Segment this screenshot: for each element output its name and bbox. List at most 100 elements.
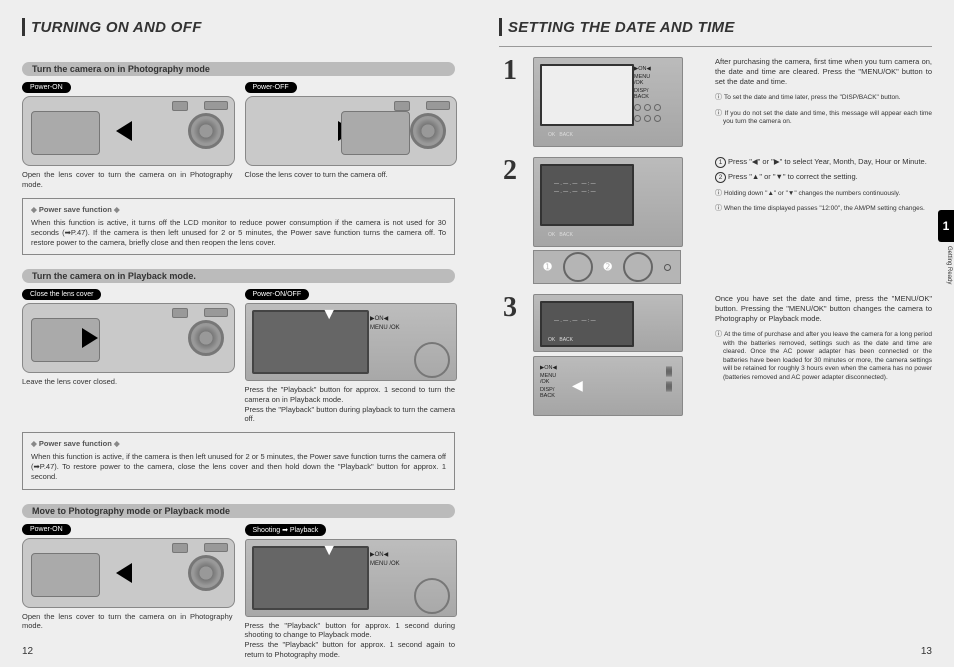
row-photography-on: Power-ON Open the lens cover to turn the… (22, 82, 455, 190)
section-header-playback-on: Turn the camera on in Playback mode. (22, 269, 455, 283)
ok-back-label: OK BACK (548, 132, 573, 138)
power-save-box-1: Power save function When this function i… (22, 198, 455, 256)
step-3-text: Once you have set the date and time, pre… (715, 294, 932, 416)
back-buttons: ▶ON◀ MENU /OK (370, 312, 450, 372)
lcd-panel-buttons: ▶ON◀ MENU /OK DISP/ BACK ◀ (533, 356, 683, 416)
lcd-buttons: ▶ON◀ MENU /OK DISP/ BACK (540, 363, 557, 401)
pill-power-off: Power-OFF (245, 82, 297, 93)
label-menu: MENU /OK (370, 561, 450, 567)
step-1-text: After purchasing the camera, first time … (715, 57, 932, 147)
step-number: 2 (499, 157, 521, 284)
page-title: SETTING THE DATE AND TIME (508, 19, 735, 36)
lens-icon (410, 113, 446, 149)
manual-spread: TURNING ON AND OFF Turn the camera on in… (0, 0, 954, 667)
arrow-left-icon (116, 121, 132, 141)
marker-1-icon: ➊ (543, 262, 551, 273)
step-2-text: 1Press "◀" or "▶" to select Year, Month,… (715, 157, 932, 284)
dpad-icon (563, 252, 593, 282)
flash-icon (204, 101, 228, 110)
viewfinder-icon (394, 101, 410, 111)
camera-front-close (245, 96, 458, 166)
caption-playback-btn: Press the "Playback" button for approx. … (245, 385, 456, 424)
button-dot-icon (664, 264, 671, 271)
info-title: Power save function (31, 439, 446, 449)
ok-back-label: OK BACK (548, 337, 573, 343)
section-header-move-mode: Move to Photography mode or Playback mod… (22, 504, 455, 518)
date-rows: — . — . — — : — (554, 317, 596, 325)
flash-icon (204, 543, 228, 552)
caption-power-off: Close the lens cover to turn the camera … (245, 170, 456, 180)
step-2-line-1-text: Press "◀" or "▶" to select Year, Month, … (728, 157, 927, 166)
button-grid (666, 367, 672, 391)
lcd-panel: — . — . — — : —— . — . — — : — OK BACK (533, 157, 683, 247)
lcd-panel: — . — . — — : — OK BACK (533, 294, 683, 352)
flash-icon (426, 101, 450, 110)
col-move-right: Shooting ➡ Playback ▶ON◀ MENU /OK ▼ Pres… (245, 524, 456, 660)
lcd-screen-icon (540, 64, 634, 126)
date-rows: — . — . — — : —— . — . — — : — (554, 180, 596, 196)
step-2-note-b: When the time displayed passes "12:00", … (715, 204, 932, 213)
page-number-left: 12 (22, 646, 33, 657)
ok-back-label: OK BACK (548, 232, 573, 238)
chapter-tab: 1 (938, 210, 954, 242)
camera-front-open (22, 96, 235, 166)
lens-cover-icon (31, 111, 100, 155)
lcd-screen-icon (252, 310, 370, 374)
label-disp: DISP/ BACK (540, 387, 557, 399)
pill-power-onoff: Power-ON/OFF (245, 289, 310, 300)
circled-2-icon: 2 (715, 172, 726, 183)
title-bar: SETTING THE DATE AND TIME (499, 18, 932, 36)
step-2-line-2-text: Press "▲" or "▼" to correct the setting. (728, 172, 858, 181)
col-power-on: Power-ON Open the lens cover to turn the… (22, 82, 233, 190)
pill-power-on: Power-ON (22, 82, 71, 93)
caption-move-right: Press the "Playback" button for approx. … (245, 621, 456, 660)
page-right: SETTING THE DATE AND TIME 1 OK BACK ▶ON◀… (477, 0, 954, 667)
chapter-tab-label: Getting Ready (946, 246, 952, 284)
viewfinder-icon (172, 101, 188, 111)
circled-1-icon: 1 (715, 157, 726, 168)
step-2-image: — . — . — — : —— . — . — — : — OK BACK ➊… (533, 157, 703, 284)
step-1: 1 OK BACK ▶ON◀ MENU /OK DISP/ BACK After… (499, 57, 932, 147)
pill-shooting-playback: Shooting ➡ Playback (245, 524, 327, 536)
lcd-buttons: ▶ON◀ MENU /OK DISP/ BACK (634, 64, 678, 122)
arrow-left-icon (116, 563, 132, 583)
step-1-body: After purchasing the camera, first time … (715, 57, 932, 87)
row-playback-on: Close the lens cover Leave the lens cove… (22, 289, 455, 424)
viewfinder-icon (172, 543, 188, 553)
row-move-mode: Power-ON Open the lens cover to turn the… (22, 524, 455, 660)
lens-icon (188, 320, 224, 356)
viewfinder-icon (172, 308, 188, 318)
label-on: ▶ON◀ (540, 365, 557, 371)
lens-cover-icon (31, 553, 100, 597)
lens-cover-icon (341, 111, 410, 155)
step-2-note-a: Holding down "▲" or "▼" changes the numb… (715, 189, 932, 198)
step-2-line-1: 1Press "◀" or "▶" to select Year, Month,… (715, 157, 932, 168)
lens-icon (188, 555, 224, 591)
camera-front-open-2 (22, 538, 235, 608)
title-stripe (499, 18, 502, 36)
camera-front-closed (22, 303, 235, 373)
col-close-cover: Close the lens cover Leave the lens cove… (22, 289, 233, 424)
section-header-photography-on: Turn the camera on in Photography mode (22, 62, 455, 76)
step-number: 3 (499, 294, 521, 416)
dpad-icon (414, 578, 450, 614)
page-title: TURNING ON AND OFF (31, 19, 202, 36)
label-menu: MENU /OK (370, 325, 450, 331)
pill-close-cover: Close the lens cover (22, 289, 101, 300)
lens-icon (188, 113, 224, 149)
lcd-screen-icon (252, 546, 370, 610)
step-3-note: At the time of purchase and after you le… (715, 330, 932, 382)
arrow-right-icon (82, 328, 98, 348)
pill-power-on: Power-ON (22, 524, 71, 535)
lcd-screen-icon: — . — . — — : —— . — . — — : — (540, 164, 634, 226)
info-title: Power save function (31, 205, 446, 215)
camera-back-2: ▶ON◀ MENU /OK ▼ (245, 539, 458, 617)
col-move-left: Power-ON Open the lens cover to turn the… (22, 524, 233, 660)
title-stripe (22, 18, 25, 36)
marker-2-icon: ➋ (604, 262, 612, 273)
step-number: 1 (499, 57, 521, 147)
caption-close-cover: Leave the lens cover closed. (22, 377, 233, 387)
col-power-off: Power-OFF Close the lens cover to turn t… (245, 82, 456, 190)
step-1-note-b: If you do not set the date and time, thi… (715, 109, 932, 127)
caption-move-left: Open the lens cover to turn the camera o… (22, 612, 233, 632)
